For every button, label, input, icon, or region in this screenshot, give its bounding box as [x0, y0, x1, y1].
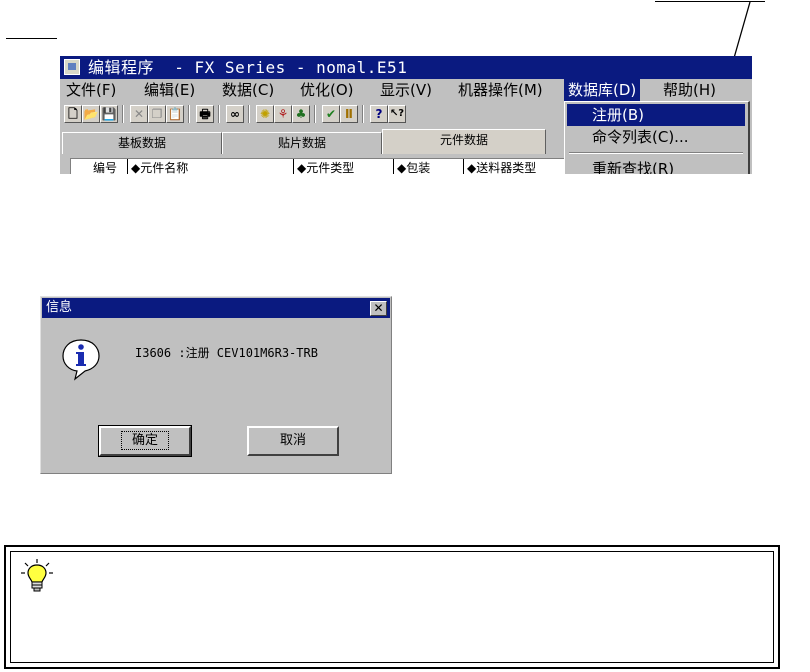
paste-icon[interactable]: 📋 — [166, 105, 184, 123]
menu-help[interactable]: 帮助(H) — [663, 79, 716, 101]
column-header-name[interactable]: ◆元件名称 — [131, 161, 188, 174]
ok-button[interactable]: 确定 — [98, 425, 192, 457]
column-icon[interactable]: Ⅱ — [340, 105, 358, 123]
tip-box — [4, 545, 780, 669]
group-icon[interactable]: ♣ — [292, 105, 310, 123]
find-icon[interactable]: ∞ — [226, 105, 244, 123]
column-divider — [393, 159, 394, 174]
toolbar-separator — [314, 105, 316, 123]
menu-data[interactable]: 数据(C) — [222, 79, 274, 101]
tip-box-inner — [10, 551, 774, 663]
column-header-feeder-type[interactable]: ◆送料器类型 — [467, 161, 536, 174]
callout-line-left — [6, 38, 57, 39]
menu-machine[interactable]: 机器操作(M) — [458, 79, 543, 101]
info-dialog: 信息 ✕ I3606 :注册 CEV101M6R3-TRB 确定 取消 — [40, 296, 392, 474]
menu-item-command-list[interactable]: 命令列表(C)... — [567, 126, 745, 148]
dialog-title-bar[interactable]: 信息 ✕ — [42, 298, 390, 318]
copy-icon[interactable]: ❐ — [148, 105, 166, 123]
editor-app-icon[interactable] — [64, 59, 80, 75]
info-icon — [62, 339, 100, 381]
light-bulb-icon[interactable]: ✺ — [256, 105, 274, 123]
help-icon[interactable]: ? — [370, 105, 388, 123]
close-icon[interactable]: ✕ — [370, 301, 387, 316]
menu-item-register[interactable]: 注册(B) — [567, 104, 745, 126]
dialog-title: 信息 — [46, 300, 73, 315]
menu-bar: 文件(F) 编辑(E) 数据(C) 优化(O) 显示(V) 机器操作(M) 数据… — [60, 79, 752, 101]
grid-header: 编号 ◆元件名称 ◆元件类型 ◆包装 ◆送料器类型 — [70, 158, 632, 174]
tab-component-data[interactable]: 元件数据 — [382, 129, 546, 154]
menu-separator — [569, 152, 743, 154]
column-divider — [463, 159, 464, 174]
dialog-message: I3606 :注册 CEV101M6R3-TRB — [135, 346, 318, 360]
cut-icon[interactable]: ✕ — [130, 105, 148, 123]
toolbar-separator — [188, 105, 190, 123]
tab-placement-data[interactable]: 贴片数据 — [222, 132, 382, 154]
tab-board-data[interactable]: 基板数据 — [62, 132, 222, 154]
app-title-bar[interactable]: 编辑程序 - FX Series - nomal.E51 — [60, 56, 752, 79]
open-folder-icon[interactable]: 📂 — [82, 105, 100, 123]
menu-edit[interactable]: 编辑(E) — [144, 79, 195, 101]
toolbar-separator — [122, 105, 124, 123]
toolbar-separator — [248, 105, 250, 123]
column-divider — [293, 159, 294, 174]
database-menu-dropdown: 注册(B) 命令列表(C)... 重新查找(R) — [564, 101, 750, 174]
save-icon[interactable]: 💾 — [100, 105, 118, 123]
column-header-package[interactable]: ◆包装 — [397, 161, 430, 174]
app-window: 编辑程序 - FX Series - nomal.E51 文件(F) 编辑(E)… — [60, 56, 752, 174]
column-header-type[interactable]: ◆元件类型 — [297, 161, 354, 174]
toolbar-separator — [218, 105, 220, 123]
menu-view[interactable]: 显示(V) — [380, 79, 432, 101]
ok-button-label: 确定 — [120, 431, 169, 450]
menu-file[interactable]: 文件(F) — [66, 79, 116, 101]
menu-item-research[interactable]: 重新查找(R) — [567, 158, 745, 174]
check-icon[interactable]: ✔ — [322, 105, 340, 123]
light-bulb-icon — [21, 559, 53, 592]
toolbar-separator — [362, 105, 364, 123]
cancel-button[interactable]: 取消 — [247, 426, 339, 456]
print-icon[interactable]: 🖶 — [196, 105, 214, 123]
app-title: 编辑程序 - FX Series - nomal.E51 — [88, 58, 408, 77]
context-help-icon[interactable]: ↖? — [388, 105, 406, 123]
menu-database[interactable]: 数据库(D) — [564, 79, 641, 101]
new-file-icon[interactable]: 🗋 — [64, 105, 82, 123]
menu-optimize[interactable]: 优化(O) — [300, 79, 354, 101]
tree-icon[interactable]: ⚘ — [274, 105, 292, 123]
column-divider — [127, 159, 128, 174]
column-header-number[interactable]: 编号 — [93, 161, 117, 174]
